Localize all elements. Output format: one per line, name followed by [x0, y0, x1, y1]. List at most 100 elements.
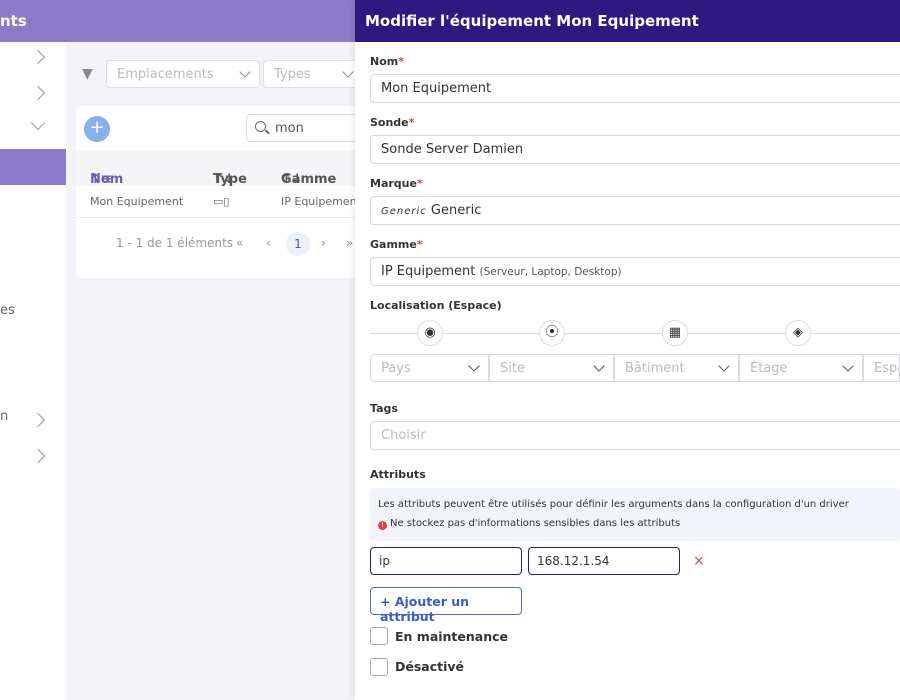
row-name: Mon Equipement — [90, 195, 184, 208]
tags-placeholder: Choisir — [381, 428, 426, 443]
probe-select[interactable]: Sonde Server Damien — [370, 135, 900, 164]
sort-asc-icon: ↑≡ — [90, 172, 112, 187]
sort-icon: ↑↓ — [213, 172, 235, 187]
range-select[interactable]: IP Equipement (Serveur, Laptop, Desktop) — [370, 257, 900, 286]
sidebar-item[interactable] — [0, 78, 66, 114]
filter-bar: ▼ Emplacements Types — [74, 56, 364, 92]
warning-icon: ! — [378, 521, 387, 530]
required-marker: * — [416, 238, 423, 251]
search-value: mon — [275, 121, 304, 136]
types-filter-placeholder: Types — [274, 67, 311, 82]
table-header: Nom ↑≡ Type ↑↓ Gamme ↑↓ — [76, 150, 366, 187]
delete-attribute-button[interactable]: × — [693, 553, 705, 569]
first-page-button[interactable]: « — [236, 236, 243, 250]
sidebar-item[interactable]: es — [0, 300, 66, 336]
panel-title: Modifier l'équipement Mon Equipement — [365, 12, 699, 30]
current-page-button[interactable]: 1 — [286, 232, 310, 256]
site-select[interactable]: Site — [489, 354, 614, 382]
label-text: Nom — [370, 55, 399, 68]
warning-text: Ne stockez pas d'informations sensibles … — [390, 518, 681, 529]
chevron-down-icon — [468, 360, 480, 372]
layers-icon: ◈ — [785, 320, 811, 346]
floor-select[interactable]: Étage — [739, 354, 863, 382]
brand-select[interactable]: Generic Generic — [370, 196, 900, 225]
info-text: Les attributs peuvent être utilisés pour… — [378, 499, 849, 510]
name-value: Mon Equipement — [381, 81, 492, 96]
range-label: Gamme* — [370, 238, 423, 251]
chevron-down-icon — [30, 115, 46, 131]
types-filter-select[interactable]: Types — [263, 60, 363, 88]
sidebar-item[interactable] — [0, 42, 66, 78]
sidebar: es n — [0, 42, 66, 700]
space-placeholder: Espa — [874, 361, 899, 376]
site-placeholder: Site — [500, 361, 525, 376]
tags-label: Tags — [370, 402, 398, 415]
label-text: Sonde — [370, 116, 409, 129]
add-attribute-button[interactable]: + Ajouter un attribut — [370, 587, 522, 624]
chevron-right-icon — [30, 49, 46, 65]
required-marker: * — [416, 177, 423, 190]
globe-icon: ◉ — [417, 320, 443, 346]
chevron-down-icon — [239, 66, 251, 78]
space-select[interactable]: Espa — [863, 354, 900, 382]
required-marker: * — [398, 55, 404, 68]
attribute-value-input[interactable]: 168.12.1.54 — [528, 547, 680, 575]
chevron-right-icon — [30, 412, 46, 428]
maintenance-checkbox[interactable] — [370, 627, 388, 645]
sidebar-item-label: n — [0, 409, 9, 424]
sidebar-item-label: es — [0, 303, 15, 318]
location-label: Localisation (Espace) — [370, 299, 502, 312]
add-attribute-label: Ajouter un attribut — [380, 594, 470, 624]
sidebar-item[interactable] — [0, 441, 66, 477]
building-select[interactable]: Bâtiment — [614, 354, 739, 382]
chevron-down-icon — [842, 360, 854, 372]
brand-logo: Generic — [381, 206, 427, 217]
server-icon: ▭▯ — [213, 195, 230, 208]
add-equipment-button[interactable]: + — [84, 116, 110, 142]
plus-icon: + — [380, 594, 391, 609]
label-text: Gamme — [370, 238, 417, 251]
name-input[interactable]: Mon Equipement — [370, 74, 900, 103]
pagination-summary: 1 - 1 de 1 éléments — [116, 236, 234, 250]
table-row[interactable]: Mon Equipement ▭▯ IP Equipemen — [76, 186, 366, 218]
sort-icon: ↑↓ — [281, 172, 303, 187]
row-range: IP Equipemen — [281, 195, 357, 208]
warning-line: ! Ne stockez pas d'informations sensibles… — [378, 518, 680, 530]
country-select[interactable]: Pays — [370, 354, 489, 382]
chevron-right-icon — [30, 448, 46, 464]
app-title: nts — [0, 12, 27, 30]
required-marker: * — [408, 116, 415, 129]
search-icon — [255, 121, 266, 132]
maintenance-label[interactable]: En maintenance — [395, 629, 508, 644]
attribute-key: ip — [379, 554, 390, 568]
last-page-button[interactable]: » — [346, 236, 353, 250]
filter-icon[interactable]: ▼ — [82, 66, 98, 82]
chevron-right-icon — [30, 85, 46, 101]
country-placeholder: Pays — [381, 361, 411, 376]
probe-value: Sonde Server Damien — [381, 142, 524, 157]
disabled-label[interactable]: Désactivé — [395, 659, 464, 674]
location-stepper-line — [370, 333, 900, 334]
building-placeholder: Bâtiment — [625, 361, 685, 376]
brand-label: Marque* — [370, 177, 423, 190]
probe-label: Sonde* — [370, 116, 414, 129]
next-page-button[interactable]: › — [321, 236, 326, 250]
label-text: Marque — [370, 177, 417, 190]
close-icon: × — [693, 553, 705, 569]
sidebar-item-active[interactable] — [0, 149, 66, 185]
range-hint: (Serveur, Laptop, Desktop) — [479, 266, 622, 278]
locations-filter-select[interactable]: Emplacements — [106, 60, 260, 88]
app-topbar: nts — [0, 0, 355, 42]
attribute-key-input[interactable]: ip — [370, 547, 522, 575]
name-label: Nom* — [370, 55, 404, 68]
sidebar-item[interactable]: n — [0, 405, 66, 441]
prev-page-button[interactable]: ‹ — [266, 236, 271, 250]
range-value: IP Equipement — [381, 264, 476, 279]
edit-equipment-panel: Modifier l'équipement Mon Equipement Nom… — [355, 0, 900, 700]
chevron-down-icon — [342, 66, 354, 78]
disabled-checkbox[interactable] — [370, 658, 388, 676]
brand-value: Generic — [430, 203, 482, 218]
attribute-value: 168.12.1.54 — [537, 554, 610, 568]
sidebar-item-expanded[interactable] — [0, 112, 66, 148]
tags-select[interactable]: Choisir — [370, 421, 900, 450]
